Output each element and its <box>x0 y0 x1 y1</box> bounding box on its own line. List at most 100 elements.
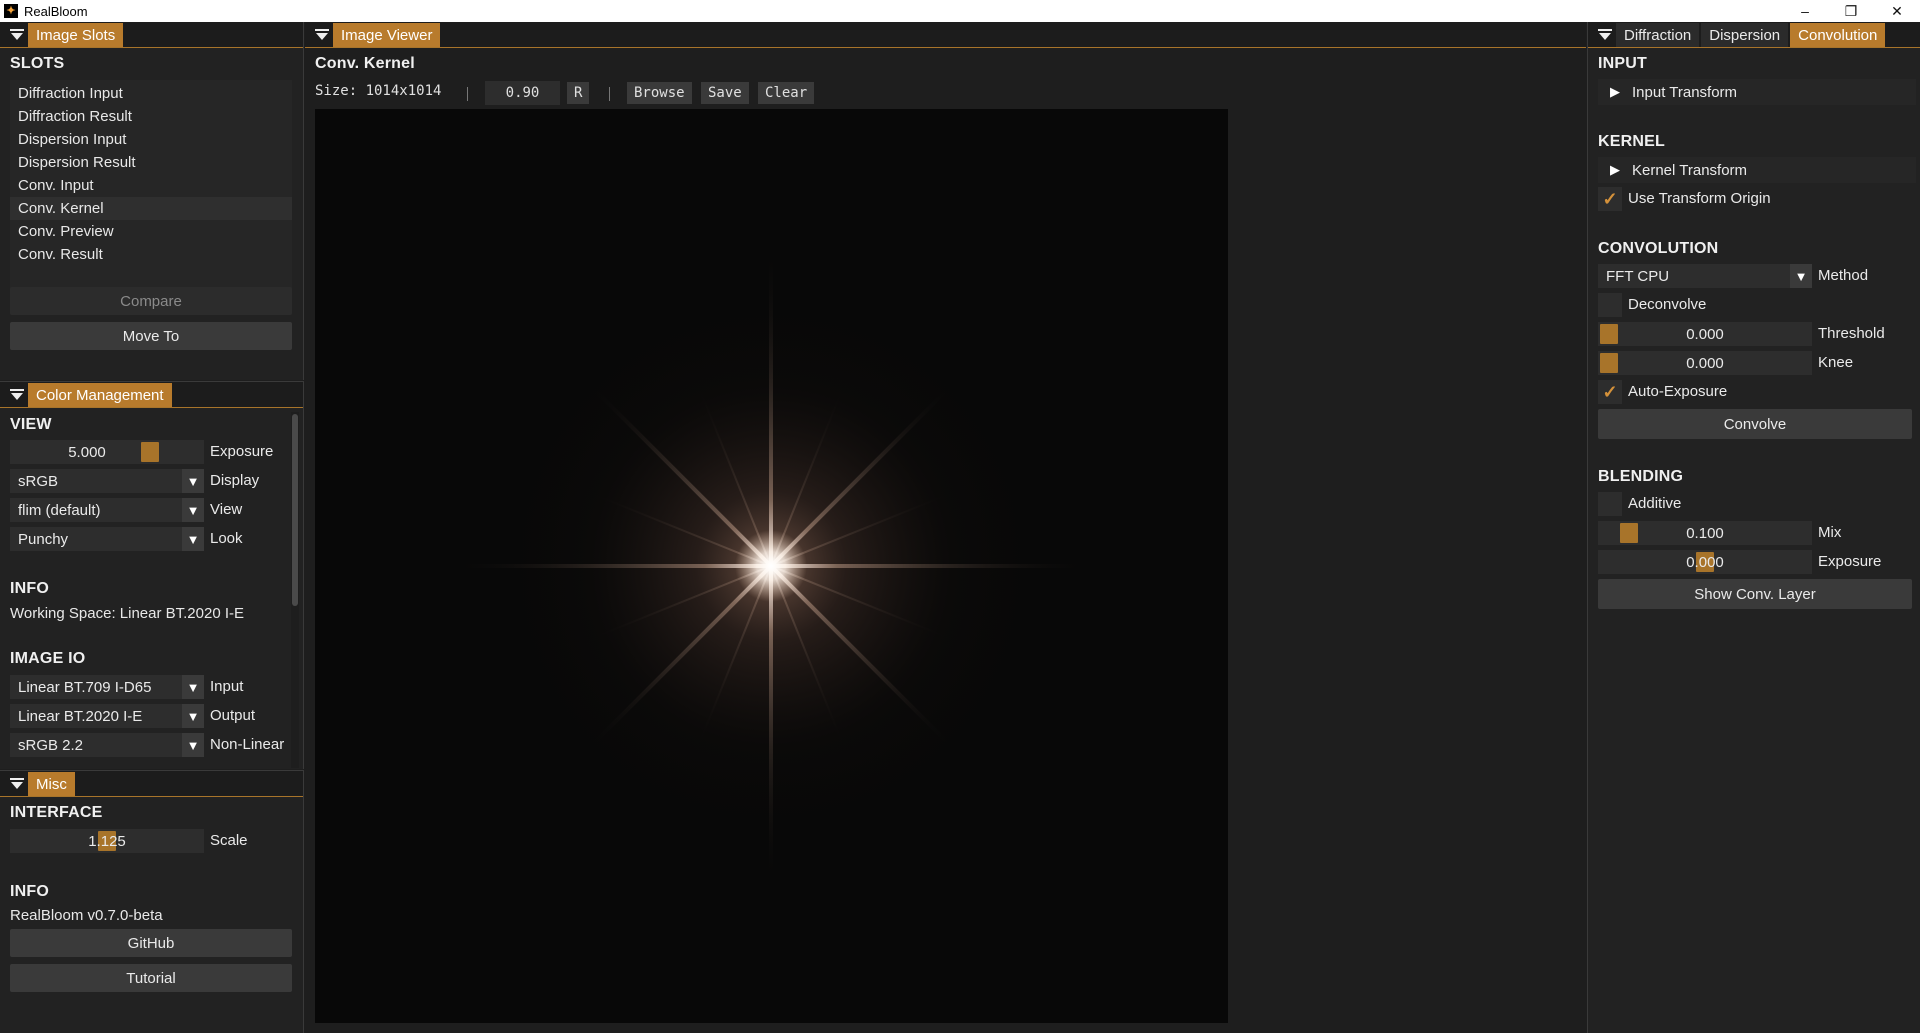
collapse-menu-icon[interactable] <box>6 23 28 47</box>
collapse-menu-icon[interactable] <box>311 23 333 47</box>
close-button[interactable]: ✕ <box>1874 0 1920 22</box>
view-heading: VIEW <box>10 416 52 433</box>
list-item[interactable]: Dispersion Input <box>10 128 292 151</box>
working-space-text: Working Space: Linear BT.2020 I-E <box>10 605 245 622</box>
input-transform-label: Input Transform <box>1632 83 1738 101</box>
collapse-menu-icon[interactable] <box>6 383 28 407</box>
chevron-down-icon[interactable]: ▼ <box>182 675 204 699</box>
viewer-title: Conv. Kernel <box>315 55 415 72</box>
compare-button[interactable]: Compare <box>10 287 292 315</box>
clear-button[interactable]: Clear <box>758 82 815 104</box>
checkmark-icon: ✓ <box>1602 381 1618 402</box>
view-select[interactable]: flim (default) ▼ <box>10 498 204 522</box>
chevron-down-icon[interactable]: ▼ <box>182 733 204 757</box>
blending-heading: BLENDING <box>1598 468 1684 485</box>
list-item-selected[interactable]: Conv. Kernel <box>10 197 292 220</box>
method-label: Method <box>1818 267 1869 284</box>
method-select[interactable]: FFT CPU ▼ <box>1598 264 1812 288</box>
knee-slider[interactable]: 0.000 <box>1598 351 1812 375</box>
list-item[interactable]: Conv. Input <box>10 174 292 197</box>
input-space-select[interactable]: Linear BT.709 I-D65 ▼ <box>10 675 204 699</box>
move-to-button[interactable]: Move To <box>10 322 292 350</box>
scale-slider[interactable]: 1.125 <box>10 829 204 853</box>
tab-convolution[interactable]: Convolution <box>1790 23 1886 47</box>
github-button[interactable]: GitHub <box>10 929 292 957</box>
scale-label: Scale <box>210 832 248 849</box>
threshold-value: 0.000 <box>1686 325 1724 343</box>
interface-heading: INTERFACE <box>10 804 103 821</box>
right-tabbar: Diffraction Dispersion Convolution <box>1588 22 1920 48</box>
info-heading: INFO <box>10 580 50 597</box>
chevron-down-icon[interactable]: ▼ <box>182 527 204 551</box>
additive-checkbox[interactable] <box>1598 492 1622 516</box>
chevron-down-icon[interactable]: ▼ <box>182 498 204 522</box>
image-viewer-tabbar: Image Viewer <box>305 22 1586 48</box>
nonlinear-space-select[interactable]: sRGB 2.2 ▼ <box>10 733 204 757</box>
browse-button[interactable]: Browse <box>627 82 692 104</box>
threshold-label: Threshold <box>1818 325 1885 342</box>
nonlinear-space-value: sRGB 2.2 <box>18 736 84 754</box>
kernel-image-canvas[interactable] <box>315 109 1228 1023</box>
triangle-right-icon: ▶ <box>1610 84 1620 99</box>
show-conv-layer-button[interactable]: Show Conv. Layer <box>1598 579 1912 609</box>
list-item[interactable]: Diffraction Input <box>10 82 292 105</box>
maximize-button[interactable]: ❐ <box>1828 0 1874 22</box>
tab-color-management[interactable]: Color Management <box>28 383 172 407</box>
list-item[interactable]: Conv. Result <box>10 243 292 266</box>
scrollbar-thumb[interactable] <box>292 414 298 606</box>
color-management-panel: Color Management VIEW 5.000 Exposure sRG… <box>0 381 304 769</box>
collapse-menu-icon[interactable] <box>6 772 28 796</box>
chevron-down-icon[interactable]: ▼ <box>182 704 204 728</box>
nonlinear-space-label: Non-Linear <box>210 736 285 753</box>
input-space-value: Linear BT.709 I-D65 <box>18 678 152 696</box>
look-value: Punchy <box>18 530 69 548</box>
list-item[interactable]: Dispersion Result <box>10 151 292 174</box>
kernel-heading: KERNEL <box>1598 133 1665 150</box>
chevron-down-icon[interactable]: ▼ <box>1790 264 1812 288</box>
deconvolve-label: Deconvolve <box>1628 296 1707 313</box>
mix-slider[interactable]: 0.100 <box>1598 521 1812 545</box>
tab-misc[interactable]: Misc <box>28 772 75 796</box>
list-item[interactable]: Conv. Preview <box>10 220 292 243</box>
toolbar-separator <box>467 87 468 101</box>
tab-image-slots[interactable]: Image Slots <box>28 23 124 47</box>
knee-value: 0.000 <box>1686 354 1724 372</box>
slider-grab[interactable] <box>141 442 159 462</box>
checkmark-icon: ✓ <box>1602 188 1618 209</box>
tab-image-viewer[interactable]: Image Viewer <box>333 23 441 47</box>
display-value: sRGB <box>18 472 59 490</box>
minimize-button[interactable]: – <box>1782 0 1828 22</box>
misc-info-heading: INFO <box>10 883 50 900</box>
slots-list[interactable]: Diffraction Input Diffraction Result Dis… <box>10 80 292 302</box>
save-button[interactable]: Save <box>701 82 749 104</box>
tab-dispersion[interactable]: Dispersion <box>1701 23 1789 47</box>
collapse-menu-icon[interactable] <box>1594 23 1616 47</box>
tab-diffraction[interactable]: Diffraction <box>1616 23 1700 47</box>
blend-exposure-label: Exposure <box>1818 553 1882 570</box>
color-management-scrollbar[interactable] <box>291 412 299 768</box>
tutorial-button[interactable]: Tutorial <box>10 964 292 992</box>
chevron-down-icon[interactable]: ▼ <box>182 469 204 493</box>
deconvolve-checkbox[interactable] <box>1598 293 1622 317</box>
version-text: RealBloom v0.7.0-beta <box>10 907 163 924</box>
convolve-button[interactable]: Convolve <box>1598 409 1912 439</box>
look-select[interactable]: Punchy ▼ <box>10 527 204 551</box>
image-size-text: Size: 1014x1014 <box>315 83 442 99</box>
reset-zoom-button[interactable]: R <box>567 82 590 104</box>
input-transform-node[interactable]: ▶ Input Transform <box>1598 79 1916 105</box>
output-space-select[interactable]: Linear BT.2020 I-E ▼ <box>10 704 204 728</box>
blend-exposure-slider[interactable]: 0.000 <box>1598 550 1812 574</box>
mix-label: Mix <box>1818 524 1842 541</box>
display-select[interactable]: sRGB ▼ <box>10 469 204 493</box>
kernel-transform-node[interactable]: ▶ Kernel Transform <box>1598 157 1916 183</box>
convolution-heading: CONVOLUTION <box>1598 240 1719 257</box>
output-space-value: Linear BT.2020 I-E <box>18 707 143 725</box>
zoom-input[interactable]: 0.90 <box>485 81 560 105</box>
use-transform-origin-checkbox[interactable]: ✓ <box>1598 187 1622 211</box>
scale-value: 1.125 <box>88 832 126 850</box>
auto-exposure-checkbox[interactable]: ✓ <box>1598 380 1622 404</box>
look-label: Look <box>210 530 243 547</box>
list-item[interactable]: Diffraction Result <box>10 105 292 128</box>
exposure-slider[interactable]: 5.000 <box>10 440 204 464</box>
threshold-slider[interactable]: 0.000 <box>1598 322 1812 346</box>
